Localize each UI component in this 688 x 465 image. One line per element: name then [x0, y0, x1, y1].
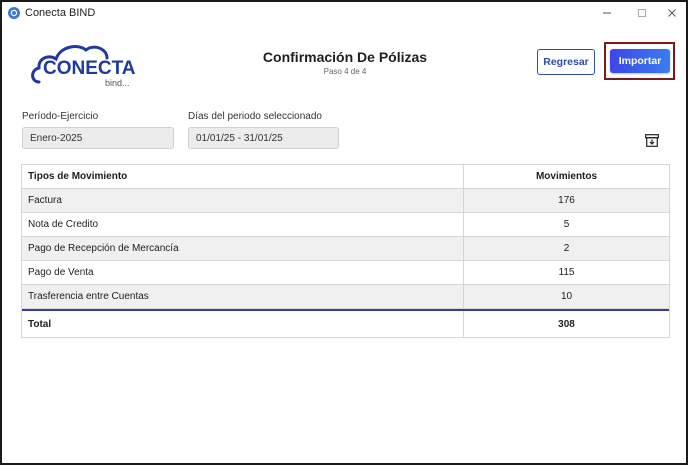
movement-count: 176: [558, 195, 575, 206]
total-label: Total: [22, 311, 464, 337]
movement-type: Factura: [22, 189, 464, 212]
periodo-label: Período-Ejercicio: [22, 111, 99, 122]
table-row: Factura 176: [22, 189, 669, 213]
close-button[interactable]: [652, 2, 688, 24]
movement-type: Nota de Credito: [22, 213, 464, 236]
logo-sub-text: bind...: [105, 78, 130, 88]
movement-type: Trasferencia entre Cuentas: [22, 285, 464, 308]
total-count: 308: [558, 318, 575, 330]
logo-main-text: CONECTA: [43, 58, 136, 79]
movements-table: Tipos de Movimiento Movimientos Factura …: [21, 164, 670, 338]
app-logo-icon: [8, 7, 20, 19]
import-button-highlight: Importar: [604, 42, 675, 80]
dias-label: Días del periodo seleccionado: [188, 111, 322, 122]
movement-count: 2: [563, 243, 570, 254]
page-title: Confirmación De Pólizas: [262, 49, 428, 65]
window-title: Conecta BIND: [25, 7, 96, 19]
periodo-field[interactable]: Enero-2025: [22, 127, 174, 149]
import-button[interactable]: Importar: [610, 49, 670, 73]
movement-count: 115: [558, 267, 575, 278]
dias-field[interactable]: 01/01/25 - 31/01/25: [188, 127, 339, 149]
table-total-row: Total 308: [22, 309, 669, 337]
movement-count: 5: [563, 219, 570, 230]
archive-download-icon[interactable]: [645, 134, 659, 147]
minimize-button[interactable]: [587, 2, 627, 24]
column-header-count: Movimientos: [535, 171, 598, 182]
movement-type: Pago de Venta: [22, 261, 464, 284]
app-window: Conecta BIND CONECTA bind... Confirmació…: [0, 0, 688, 465]
table-row: Trasferencia entre Cuentas 10: [22, 285, 669, 309]
conecta-bind-logo: CONECTA bind...: [31, 45, 136, 88]
step-indicator: Paso 4 de 4: [323, 67, 367, 76]
table-row: Nota de Credito 5: [22, 213, 669, 237]
table-row: Pago de Recepción de Mercancía 2: [22, 237, 669, 261]
movement-type: Pago de Recepción de Mercancía: [22, 237, 464, 260]
back-button[interactable]: Regresar: [537, 49, 595, 75]
table-header-row: Tipos de Movimiento Movimientos: [22, 165, 669, 189]
movement-count: 10: [560, 291, 573, 302]
title-bar: Conecta BIND: [2, 2, 686, 24]
column-header-type: Tipos de Movimiento: [22, 165, 464, 188]
table-row: Pago de Venta 115: [22, 261, 669, 285]
